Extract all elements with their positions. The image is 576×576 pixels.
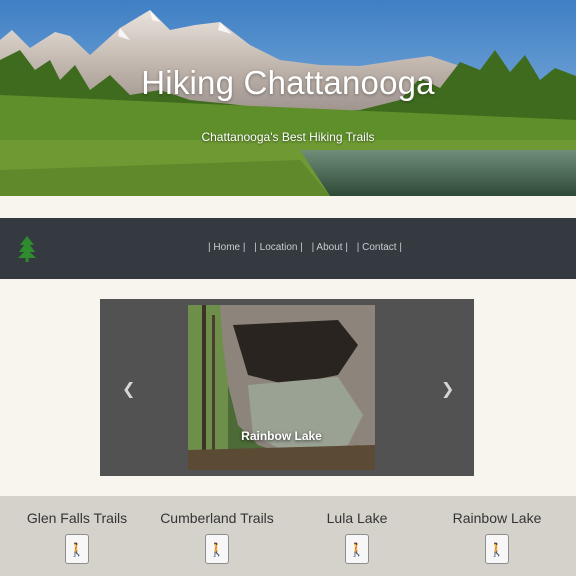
- chevron-right-icon[interactable]: ❯: [441, 379, 454, 399]
- hiker-icon[interactable]: 🚶: [205, 534, 229, 564]
- chevron-left-icon[interactable]: ❮: [122, 379, 135, 399]
- nav-links: | Home | | Location | | About | | Contac…: [0, 242, 576, 253]
- hiker-icon[interactable]: 🚶: [345, 534, 369, 564]
- image-carousel: ❮ Rainbow Lake ❯: [100, 299, 474, 476]
- rock-cave-image: [188, 305, 375, 470]
- nav-link-location[interactable]: | Location |: [254, 242, 303, 253]
- nav-link-about[interactable]: | About |: [312, 242, 348, 253]
- trail-card: Glen Falls Trails 🚶: [5, 510, 149, 564]
- site-title: Hiking Chattanooga: [141, 64, 435, 101]
- trail-name: Rainbow Lake: [452, 510, 542, 526]
- hiker-icon[interactable]: 🚶: [485, 534, 509, 564]
- trail-card: Lula Lake 🚶: [285, 510, 429, 564]
- nav-link-contact[interactable]: | Contact |: [357, 242, 402, 253]
- trail-name: Cumberland Trails: [160, 510, 274, 526]
- trail-card: Cumberland Trails 🚶: [145, 510, 289, 564]
- hero-banner: Hiking Chattanooga Chattanooga's Best Hi…: [0, 0, 576, 196]
- nav-link-home[interactable]: | Home |: [208, 242, 245, 253]
- navbar: | Home | | Location | | About | | Contac…: [0, 218, 576, 279]
- trail-name: Lula Lake: [326, 510, 388, 526]
- carousel-slide: Rainbow Lake: [188, 305, 375, 470]
- trails-section: Glen Falls Trails 🚶 Cumberland Trails 🚶 …: [0, 496, 576, 576]
- hiker-icon[interactable]: 🚶: [65, 534, 89, 564]
- carousel-caption: Rainbow Lake: [241, 429, 322, 443]
- trail-name: Glen Falls Trails: [26, 510, 128, 526]
- site-subtitle: Chattanooga's Best Hiking Trails: [201, 130, 375, 144]
- trail-card: Rainbow Lake 🚶: [425, 510, 569, 564]
